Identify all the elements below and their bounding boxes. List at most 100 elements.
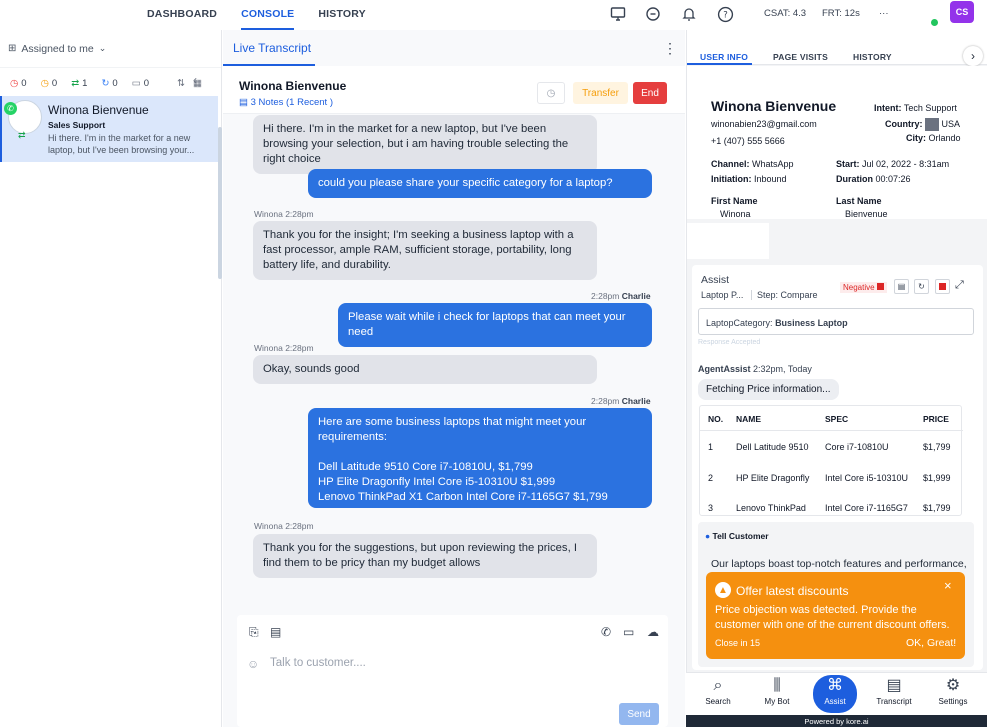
svg-text:?: ?	[723, 10, 728, 20]
list-scrollbar[interactable]	[218, 127, 222, 279]
message-agent-list: Here are some business laptops that migh…	[308, 408, 652, 508]
nav-console[interactable]: CONSOLE	[241, 0, 295, 30]
ok-great-button[interactable]: OK, Great!	[906, 637, 956, 649]
assist-icon: ⌘	[827, 677, 843, 694]
price-table: NO. NAME SPEC PRICE 1 Dell Latitude 9510…	[699, 405, 963, 516]
secondary-tab[interactable]	[687, 223, 769, 259]
start-row: Start: Jul 02, 2022 - 8:31am	[836, 159, 950, 169]
message-customer: Thank you for the insight; I'm seeking a…	[253, 221, 597, 280]
assist-breadcrumb[interactable]: Laptop P...	[701, 290, 743, 300]
urgent-icon: ◷	[10, 77, 19, 89]
conversation-preview: Hi there. I'm in the market for a new la…	[48, 133, 195, 155]
chat-panel: Live Transcript ⋮ Winona Bienvenue ▤ 3 N…	[223, 30, 685, 727]
end-button[interactable]: End	[633, 82, 667, 104]
nav-history[interactable]: HISTORY	[318, 0, 366, 30]
filter-waiting[interactable]: ◷ 0	[41, 78, 58, 89]
attachment-icon[interactable]: ⎘	[249, 625, 259, 640]
collapse-left-icon[interactable]: ‹	[193, 73, 197, 87]
help-icon[interactable]: ?	[715, 4, 735, 24]
tab-history[interactable]: HISTORY	[853, 52, 892, 62]
table-cell: HP Elite Dragonfly	[736, 473, 810, 483]
stop-icon[interactable]	[935, 279, 950, 294]
phone-icon[interactable]: ✆	[601, 625, 611, 639]
history-clock-button[interactable]: ◷	[537, 82, 565, 104]
nav-my-bot[interactable]: ⫼ My Bot	[752, 675, 802, 706]
chat-bubble-icon[interactable]	[643, 4, 663, 24]
send-button[interactable]: Send	[619, 703, 659, 725]
message-customer: Okay, sounds good	[253, 355, 597, 384]
bell-icon[interactable]	[679, 4, 699, 24]
initiation-row: Initiation: Inbound	[711, 174, 787, 184]
transfer-button[interactable]: Transfer	[573, 82, 628, 104]
table-cell: Intel Core i5-10310U	[825, 473, 909, 483]
nav-settings[interactable]: ⚙ Settings	[928, 675, 978, 706]
message-composer: ⎘ ▤ ✆ ▭ ☁ ☺ Talk to customer.... Send	[237, 615, 668, 727]
nav-transcript[interactable]: ▤ Transcript	[869, 675, 919, 706]
message-meta: Winona 2:28pm	[254, 521, 314, 531]
refresh-icon[interactable]: ↻	[914, 279, 929, 294]
cobrowse-icon[interactable]: ☁	[647, 625, 659, 639]
table-header: NO.	[708, 414, 724, 424]
clock-icon: ◷	[546, 87, 556, 99]
message-meta: 2:28pm Charlie	[591, 291, 651, 301]
more-icon[interactable]: ···	[879, 8, 889, 19]
laptop-line: Lenovo ThinkPad X1 Carbon Intel Core i7-…	[318, 491, 608, 503]
table-cell: $1,799	[923, 503, 951, 513]
filter-callback[interactable]: ↻ 0	[101, 78, 117, 89]
laptop-line: Dell Latitude 9510 Core i7-10810U, $1,79…	[318, 461, 533, 473]
tell-customer-title: ● Tell Customer	[705, 531, 769, 541]
notes-icon[interactable]: ▤	[894, 279, 909, 294]
table-cell: Core i7-10810U	[825, 442, 889, 452]
agent-avatar[interactable]: CS	[950, 1, 974, 23]
nav-assist[interactable]: ⌘ Assist	[813, 675, 857, 713]
monitor-icon[interactable]	[608, 4, 628, 24]
sort-icon[interactable]: ⇅	[177, 78, 185, 89]
first-name-label: First Name	[711, 196, 758, 206]
close-icon[interactable]: ×	[944, 578, 952, 593]
template-icon[interactable]: ▤	[270, 625, 281, 639]
last-name-label: Last Name	[836, 196, 882, 206]
tab-live-transcript[interactable]: Live Transcript	[233, 41, 311, 55]
expand-icon[interactable]: ⤢	[955, 279, 964, 292]
filter-transfer[interactable]: ⇄ 1	[71, 78, 87, 89]
transcript-icon: ▤	[886, 677, 902, 694]
nav-search[interactable]: ⌕ Search	[693, 675, 743, 706]
nav-dashboard[interactable]: DASHBOARD	[147, 0, 217, 30]
duration-row: Duration 00:07:26	[836, 174, 911, 184]
chevron-right-icon[interactable]: ›	[963, 46, 983, 66]
frt-stat: FRT: 12s	[822, 8, 860, 19]
tab-user-info[interactable]: USER INFO	[700, 52, 748, 62]
table-cell: $1,999	[923, 473, 951, 483]
filter-urgent[interactable]: ◷ 0	[10, 78, 27, 89]
tell-customer-text: Our laptops boast top-notch features and…	[711, 558, 967, 570]
whatsapp-icon: ✆	[4, 102, 17, 115]
chat-input[interactable]: Talk to customer....	[270, 657, 366, 669]
user-email: winonabien23@gmail.com	[711, 119, 817, 129]
response-accepted: Response Accepted	[698, 339, 761, 346]
bottom-nav: ⌕ Search ⫼ My Bot ⌘ Assist ▤ Transcript ⚙ Set…	[686, 672, 987, 715]
filter-message[interactable]: ▭ 0	[132, 78, 149, 89]
transfer-status-icon: ⇄	[18, 130, 26, 140]
warning-icon: ▲	[715, 582, 731, 598]
conversation-item[interactable]: ✆ ⇄ Winona Bienvenue Sales Support Hi th…	[0, 96, 218, 162]
emoji-icon[interactable]: ☺	[247, 657, 259, 671]
flag-icon	[925, 118, 940, 131]
queue-filter[interactable]: ⊞ Assigned to me ⌄ ‹	[0, 30, 221, 87]
conversation-queue: Sales Support	[48, 120, 106, 130]
laptop-line: HP Elite Dragonfly Intel Core i5-10310U …	[318, 476, 556, 488]
category-field: LaptopCategory: Business Laptop	[698, 308, 974, 335]
message-agent: Please wait while i check for laptops th…	[338, 303, 652, 347]
toast-title: Offer latest discounts	[736, 584, 849, 598]
notes-link[interactable]: ▤ 3 Notes (1 Recent )	[239, 97, 333, 108]
video-icon[interactable]: ▭	[623, 625, 634, 639]
main-nav: DASHBOARD CONSOLE HISTORY	[147, 0, 390, 30]
discount-toast: ▲ Offer latest discounts × Price objecti…	[706, 572, 965, 659]
user-name: Winona Bienvenue	[711, 98, 837, 114]
user-phone: +1 (407) 555 5666	[711, 136, 785, 146]
intent-row: Intent: Tech Support	[874, 103, 957, 113]
table-header: PRICE	[923, 414, 949, 424]
chat-menu-icon[interactable]: ⋮	[663, 40, 677, 57]
chat-icon: ●	[705, 531, 711, 541]
tab-page-visits[interactable]: PAGE VISITS	[773, 52, 828, 62]
status-filters: ◷ 0 ◷ 0 ⇄ 1 ↻ 0 ▭ 0 ⇅ ▦	[0, 68, 221, 98]
